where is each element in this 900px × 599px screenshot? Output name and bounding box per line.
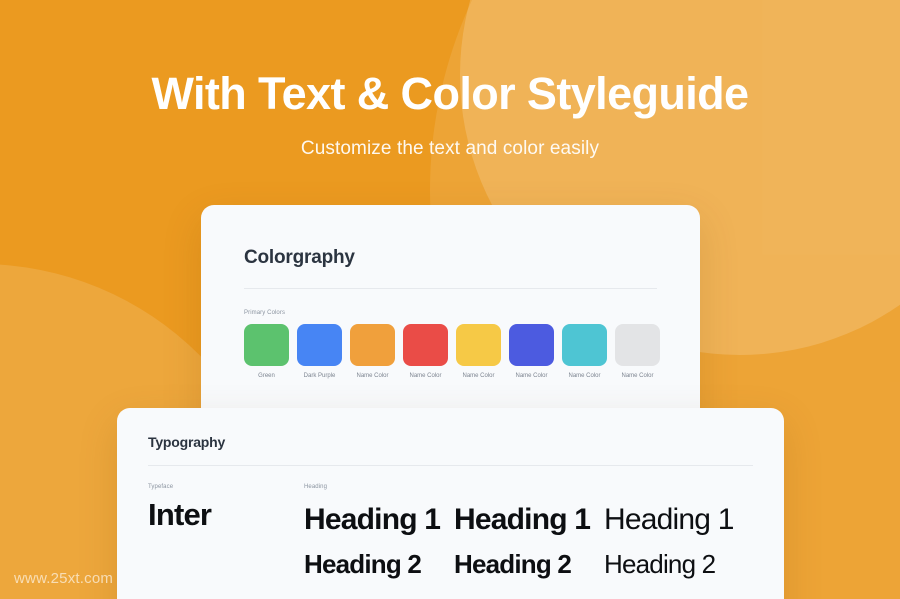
color-swatch[interactable]: Name Color bbox=[350, 324, 395, 379]
heading-row: Heading 1 Heading 1 Heading 1 bbox=[304, 497, 754, 542]
swatch-label: Green bbox=[258, 373, 275, 379]
heading-sample-regular: Heading 3 bbox=[604, 587, 754, 599]
heading-label: Heading bbox=[304, 484, 328, 490]
swatch-label: Name Color bbox=[409, 373, 442, 379]
heading-sample-regular: Heading 2 bbox=[604, 549, 716, 579]
typeface-block: Typeface Inter bbox=[148, 484, 212, 533]
color-swatch[interactable]: Dark Purple bbox=[297, 324, 342, 379]
swatch-label: Name Color bbox=[356, 373, 389, 379]
page-title: With Text & Color Styleguide bbox=[151, 68, 750, 119]
swatch-chip-yellow[interactable] bbox=[456, 324, 501, 366]
heading-row: Heading 2 Heading 2 Heading 2 bbox=[304, 542, 754, 587]
heading-row: Heading 3 Heading 3 Heading 3 bbox=[304, 587, 754, 599]
color-swatch[interactable]: Name Color bbox=[562, 324, 607, 379]
swatch-chip-orange[interactable] bbox=[350, 324, 395, 366]
heading-block: Heading Heading 1 Heading 1 Heading 1 He… bbox=[304, 484, 754, 599]
swatch-chip-gray[interactable] bbox=[615, 324, 660, 366]
color-swatch[interactable]: Name Color bbox=[456, 324, 501, 379]
typeface-name: Inter bbox=[148, 497, 212, 532]
swatch-chip-green[interactable] bbox=[244, 324, 289, 366]
hero-section: With Text & Color Styleguide Customize t… bbox=[0, 66, 900, 162]
color-swatch[interactable]: Name Color bbox=[615, 324, 660, 379]
heading-sample-bold: Heading 1 bbox=[304, 503, 441, 536]
swatch-label: Name Color bbox=[568, 373, 601, 379]
heading-sample-semibold: Heading 1 bbox=[454, 503, 591, 536]
typography-card: Typography Typeface Inter Heading Headin… bbox=[117, 408, 784, 599]
styleguide-preview: With Text & Color Styleguide Customize t… bbox=[0, 0, 900, 599]
primary-colors-label: Primary Colors bbox=[244, 310, 286, 316]
swatch-label: Name Color bbox=[515, 373, 548, 379]
page-subtitle: Customize the text and color easily bbox=[300, 138, 600, 159]
watermark: www.25xt.com bbox=[14, 570, 114, 587]
typography-title: Typography bbox=[148, 434, 226, 450]
color-swatch[interactable]: Name Color bbox=[509, 324, 554, 379]
heading-sample-bold: Heading 2 bbox=[304, 549, 422, 579]
color-swatch-row: Green Dark Purple Name Color Name Color bbox=[244, 324, 700, 379]
swatch-label: Name Color bbox=[462, 373, 495, 379]
typeface-label: Typeface bbox=[148, 484, 174, 490]
swatch-label: Name Color bbox=[621, 373, 654, 379]
color-swatch[interactable]: Name Color bbox=[403, 324, 448, 379]
heading-sample-semibold: Heading 2 bbox=[454, 549, 572, 579]
typography-body: Typeface Inter Heading Heading 1 Heading… bbox=[117, 466, 784, 599]
heading-sample-bold: Heading 3 bbox=[304, 587, 454, 599]
color-swatch[interactable]: Green bbox=[244, 324, 289, 379]
swatch-chip-dark-purple[interactable] bbox=[297, 324, 342, 366]
swatch-label: Dark Purple bbox=[303, 373, 336, 379]
swatch-chip-red[interactable] bbox=[403, 324, 448, 366]
heading-specimen-grid: Heading 1 Heading 1 Heading 1 Heading 2 … bbox=[304, 497, 754, 599]
heading-sample-regular: Heading 1 bbox=[604, 503, 734, 536]
primary-colors-section: Primary Colors Green Dark Purple Name Co… bbox=[201, 289, 700, 379]
swatch-chip-indigo[interactable] bbox=[509, 324, 554, 366]
swatch-chip-teal[interactable] bbox=[562, 324, 607, 366]
colorgraphy-title: Colorgraphy bbox=[244, 247, 355, 268]
heading-sample-semibold: Heading 3 bbox=[454, 587, 604, 599]
